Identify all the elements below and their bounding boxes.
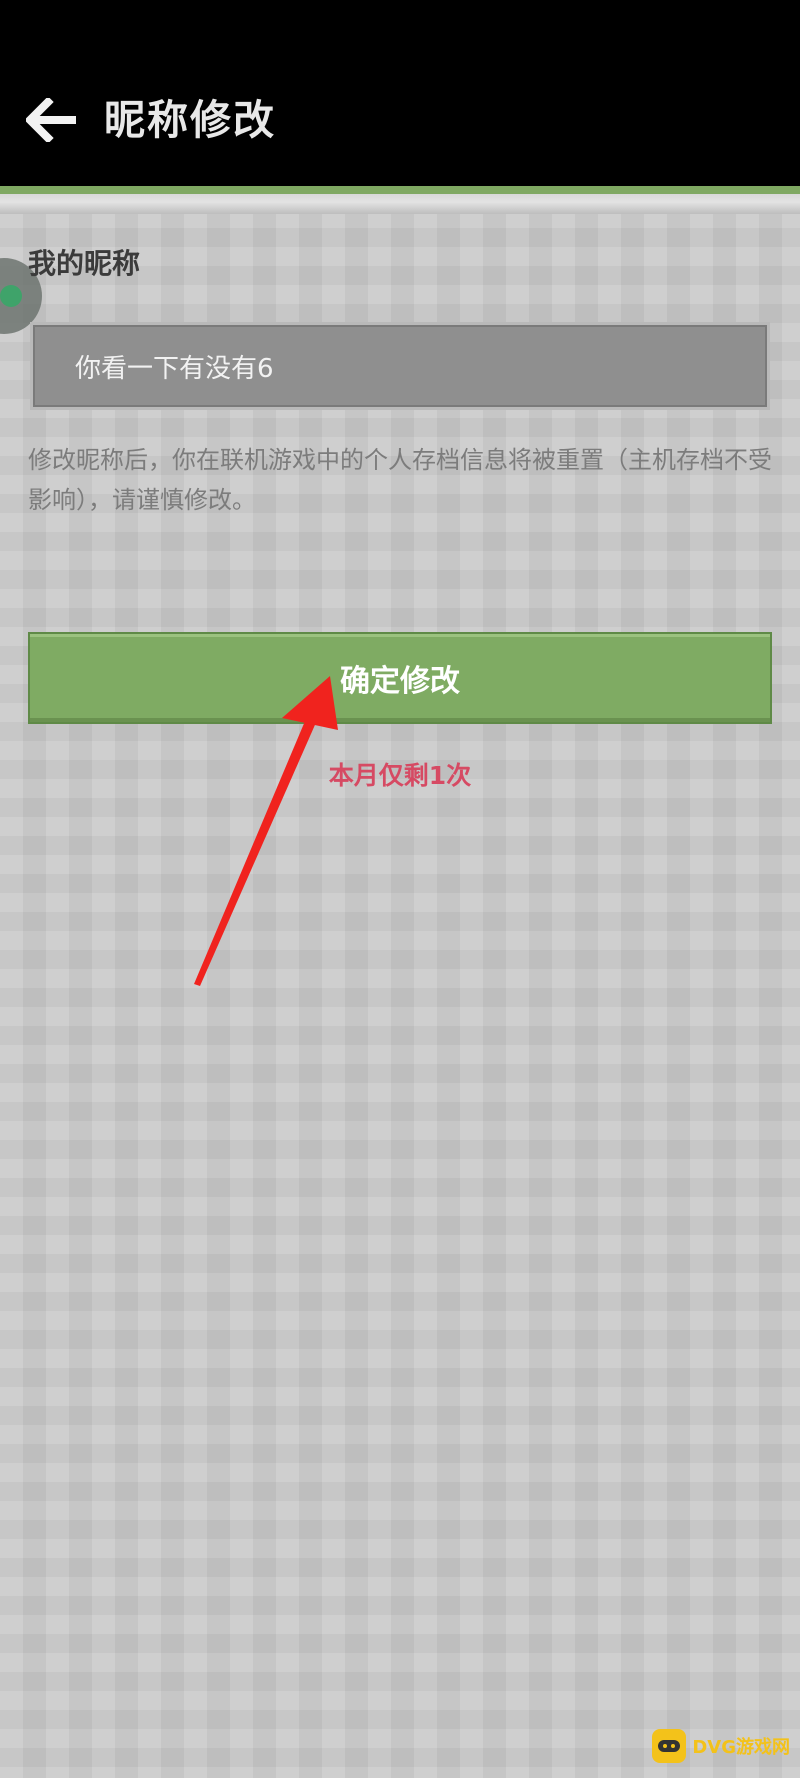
back-button[interactable] [20,88,84,152]
header-divider [0,186,800,194]
top-bar: 昵称修改 [0,0,800,186]
confirm-button[interactable]: 确定修改 [28,632,772,724]
gamepad-icon [652,1729,687,1763]
watermark-text: DVG游戏网 [692,1737,790,1758]
floating-assist-indicator [0,285,22,307]
header-divider-shadow [0,194,800,214]
watermark: DVG游戏网 [652,1724,790,1768]
remaining-count-text: 本月仅剩1次 [328,761,472,790]
nickname-notice: 修改昵称后，你在联机游戏中的个人存档信息将被重置（主机存档不受影响），请谨慎修改… [28,446,772,514]
page-title: 昵称修改 [104,96,276,144]
arrow-left-icon [26,98,76,142]
background [0,190,800,1778]
nickname-label: 我的昵称 [28,247,141,280]
nickname-input[interactable] [30,322,770,410]
